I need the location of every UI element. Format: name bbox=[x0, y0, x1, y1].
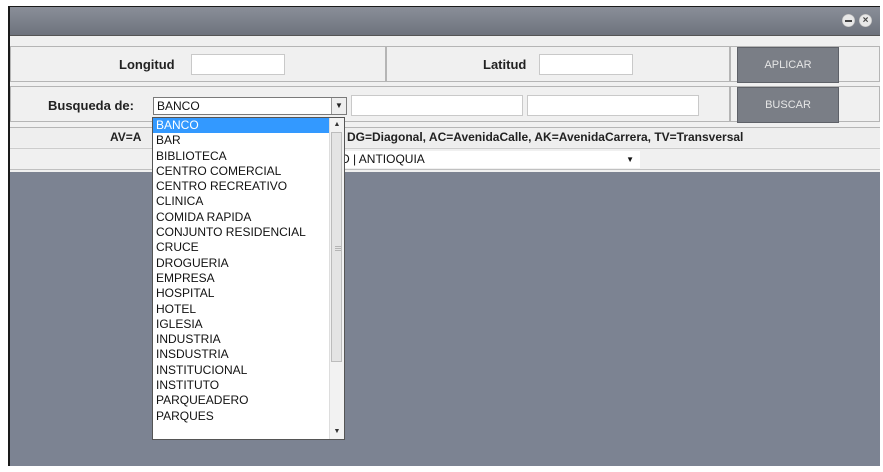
abbreviation-info: AV=A DG=Diagonal, AC=AvenidaCalle, AK=Av… bbox=[10, 127, 880, 147]
title-bar: × bbox=[10, 7, 880, 36]
longitud-cell: Longitud bbox=[10, 46, 386, 82]
search-button[interactable]: BUSCAR bbox=[737, 87, 839, 123]
dropdown-option[interactable]: BANCO bbox=[153, 118, 331, 134]
scroll-down-icon[interactable]: ▼ bbox=[330, 425, 344, 439]
latitud-cell: Latitud bbox=[386, 46, 730, 82]
dropdown-options: BANCO BAR BIBLIOTECA CENTRO COMERCIAL CENTRO… bbox=[153, 118, 331, 424]
dropdown-option[interactable]: EMPRESA bbox=[153, 271, 331, 286]
dropdown-option[interactable]: CONJUNTO RESIDENCIAL bbox=[153, 225, 331, 240]
latitud-input[interactable] bbox=[539, 54, 633, 75]
search-field-2[interactable] bbox=[527, 95, 699, 116]
info-text: DG=Diagonal, AC=AvenidaCalle, AK=Avenida… bbox=[347, 130, 744, 144]
dropdown-option[interactable]: BIBLIOTECA bbox=[153, 149, 331, 164]
search-type-value: BANCO bbox=[157, 99, 200, 113]
dropdown-option[interactable]: INSDUSTRIA bbox=[153, 347, 331, 362]
city-row: LLO | ANTIOQUIA ▼ bbox=[10, 148, 880, 170]
dropdown-option[interactable]: CLINICA bbox=[153, 194, 331, 209]
dropdown-option[interactable]: INSTITUTO bbox=[153, 378, 331, 393]
dropdown-option[interactable]: CENTRO COMERCIAL bbox=[153, 164, 331, 179]
minimize-icon[interactable] bbox=[842, 14, 855, 27]
app-window: × Longitud Latitud APLICAR Busqueda de: … bbox=[8, 6, 880, 466]
dropdown-option[interactable]: PARQUEADERO bbox=[153, 393, 331, 408]
search-type-select[interactable]: BANCO ▼ bbox=[153, 97, 347, 115]
scroll-thumb[interactable]: — — — bbox=[331, 132, 342, 362]
latitud-label: Latitud bbox=[483, 57, 527, 72]
search-type-dropdown[interactable]: BANCO BAR BIBLIOTECA CENTRO COMERCIAL CENTRO… bbox=[152, 117, 345, 440]
close-icon[interactable]: × bbox=[859, 14, 872, 27]
city-select[interactable]: LLO | ANTIOQUIA ▼ bbox=[323, 151, 640, 168]
dropdown-option[interactable]: CENTRO RECREATIVO bbox=[153, 179, 331, 194]
dropdown-option[interactable]: HOSPITAL bbox=[153, 286, 331, 301]
dropdown-option[interactable]: CRUCE bbox=[153, 240, 331, 255]
dropdown-option[interactable]: INSTITUCIONAL bbox=[153, 363, 331, 378]
chevron-down-icon[interactable]: ▼ bbox=[331, 98, 346, 114]
search-label: Busqueda de: bbox=[48, 98, 134, 113]
longitud-label: Longitud bbox=[119, 57, 175, 72]
scroll-up-icon[interactable]: ▲ bbox=[330, 118, 344, 132]
apply-button[interactable]: APLICAR bbox=[737, 47, 839, 83]
search-btn-cell: BUSCAR bbox=[730, 86, 880, 123]
search-field-1[interactable] bbox=[351, 95, 523, 116]
dropdown-option[interactable]: IGLESIA bbox=[153, 317, 331, 332]
dropdown-option[interactable]: HOTEL bbox=[153, 302, 331, 317]
longitud-input[interactable] bbox=[191, 54, 285, 75]
dropdown-option[interactable]: BAR bbox=[153, 133, 331, 148]
search-panel: Longitud Latitud APLICAR Busqueda de: BA… bbox=[10, 36, 880, 172]
dropdown-scrollbar[interactable]: ▲ — — — ▼ bbox=[329, 118, 344, 439]
dropdown-option[interactable]: INDUSTRIA bbox=[153, 332, 331, 347]
chevron-down-icon[interactable]: ▼ bbox=[626, 151, 634, 168]
grip-icon: — — — bbox=[335, 244, 341, 254]
apply-cell: APLICAR bbox=[730, 46, 880, 83]
dropdown-option[interactable]: COMIDA RAPIDA bbox=[153, 210, 331, 225]
dropdown-option[interactable]: DROGUERIA bbox=[153, 256, 331, 271]
info-prefix: AV=A bbox=[110, 130, 142, 144]
dropdown-option[interactable]: PARQUES bbox=[153, 409, 331, 424]
search-row-cell: Busqueda de: BANCO ▼ bbox=[10, 86, 730, 122]
